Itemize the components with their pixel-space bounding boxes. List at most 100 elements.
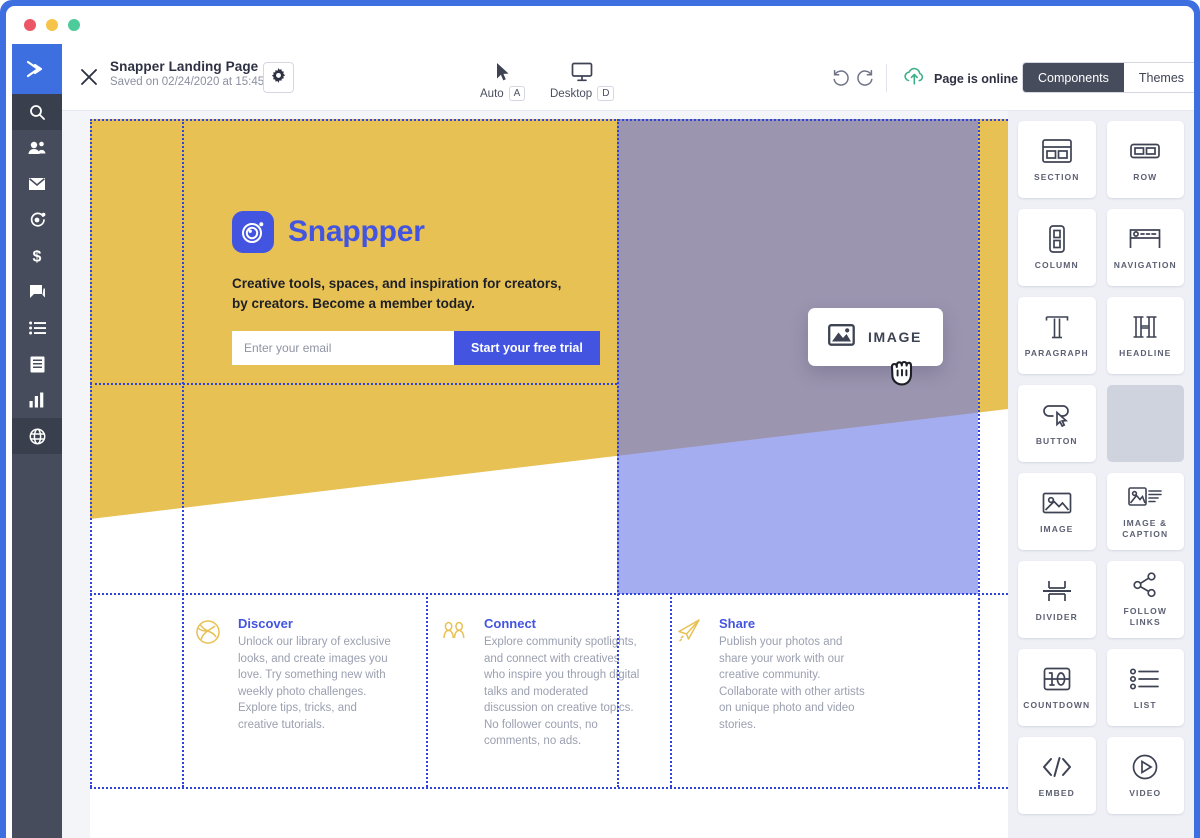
component-card-follow-links[interactable]: FOLLOW LINKS [1106,561,1184,638]
component-card-image[interactable]: IMAGE [1018,473,1096,550]
tab-components[interactable]: Components [1023,63,1124,92]
drag-preview-image-component[interactable]: IMAGE [808,308,943,366]
panel-tabs: Components Themes [1022,62,1194,93]
component-card-video[interactable]: VIDEO [1106,737,1184,814]
list-icon [28,321,46,335]
paragraph-t-icon [1044,313,1070,341]
sidebar-item-deals[interactable]: $ [12,238,62,274]
paper-plane-icon [675,616,705,733]
component-card-navigation[interactable]: NAVIGATION [1106,209,1184,286]
component-label: NAVIGATION [1113,259,1177,270]
sidebar-item-reports[interactable] [12,382,62,418]
app-logo[interactable] [12,44,62,94]
component-card-headline[interactable]: HEADLINE [1106,297,1184,374]
section-icon [1041,137,1072,165]
redo-icon [856,69,874,91]
component-card-row[interactable]: ROW [1106,121,1184,198]
viewmode-auto[interactable]: Auto A [480,56,526,101]
component-card-countdown[interactable]: COUNTDOWN [1018,649,1096,726]
window-maximize-light[interactable] [68,19,80,31]
svg-text:$: $ [33,249,42,266]
sidebar-item-website[interactable] [12,418,62,454]
contacts-icon [28,140,46,156]
feature-column[interactable]: Connect Explore community spotlights, an… [440,616,640,750]
sidebar-item-pages[interactable] [12,346,62,382]
viewmode-auto-key: A [508,86,526,101]
component-card-list[interactable]: LIST [1106,649,1184,726]
feature-body: Explore community spotlights, and connec… [484,636,640,747]
page-canvas[interactable]: Snappper Creative tools, spaces, and ins… [90,119,1008,838]
feature-column[interactable]: Share Publish your photos and share your… [675,616,865,733]
email-field[interactable] [232,331,454,365]
image-icon [828,323,855,352]
start-trial-button[interactable]: Start your free trial [454,331,600,365]
column-icon [1048,224,1065,253]
play-circle-icon [1132,753,1158,781]
dollar-icon: $ [30,247,44,266]
component-label: PARAGRAPH [1024,347,1089,358]
list-bullets-icon [1130,665,1160,693]
settings-button[interactable] [263,62,294,93]
component-label: SECTION [1034,171,1080,182]
search-icon [29,104,45,120]
viewmode-desktop[interactable]: Desktop D [550,56,615,101]
component-card-image-caption[interactable]: IMAGE & CAPTION [1106,473,1184,550]
bar-chart-icon [29,392,46,408]
feature-title: Discover [238,616,293,631]
headline-h-icon [1132,313,1158,341]
component-card-divider[interactable]: DIVIDER [1018,561,1096,638]
viewmode-auto-label: Auto [480,87,504,100]
component-card-section[interactable]: SECTION [1018,121,1096,198]
redo-button[interactable] [856,69,874,87]
image-icon [1042,489,1072,517]
component-label: LIST [1133,699,1157,710]
undo-button[interactable] [832,69,850,87]
brand-row: Snappper [232,211,425,253]
app-window: $ Snapper Landing Page Saved on 02/24/20… [6,6,1194,838]
component-card-column[interactable]: COLUMN [1018,209,1096,286]
window-minimize-light[interactable] [46,19,58,31]
component-card-button[interactable]: BUTTON [1018,385,1096,462]
sidebar-item-search[interactable] [12,94,62,130]
features-section[interactable]: Discover Unlock our library of exclusive… [90,594,1008,799]
gear-icon [271,67,286,88]
feature-title: Share [719,616,756,631]
tab-themes[interactable]: Themes [1123,63,1194,92]
hero-tagline[interactable]: Creative tools, spaces, and inspiration … [232,274,577,314]
component-label: FOLLOW LINKS [1123,606,1167,627]
component-label: IMAGE & CAPTION [1122,518,1169,539]
document-meta: Snapper Landing Page Saved on 02/24/2020… [110,59,264,88]
component-label: BUTTON [1035,435,1078,446]
app-window-frame: $ Snapper Landing Page Saved on 02/24/20… [0,0,1200,838]
sidebar-item-email[interactable] [12,166,62,202]
close-editor-button[interactable] [78,66,100,88]
window-close-light[interactable] [24,19,36,31]
component-label: DIVIDER [1035,611,1078,622]
components-panel[interactable]: SECTION ROW COLUMN NAVIGATION PARAGRAPH … [1008,111,1194,838]
canvas-scroll-area[interactable]: Snappper Creative tools, spaces, and ins… [62,111,1008,838]
feature-body: Publish your photos and share your work … [719,636,865,731]
document-icon [30,356,45,373]
people-group-icon [440,616,470,750]
components-grid: SECTION ROW COLUMN NAVIGATION PARAGRAPH … [1018,121,1184,814]
image-caption-icon [1128,483,1163,511]
sidebar-item-contacts[interactable] [12,130,62,166]
share-nodes-icon [1132,571,1158,599]
chat-icon [29,284,46,300]
component-card-embed[interactable]: EMBED [1018,737,1096,814]
row-icon [1130,137,1161,165]
sidebar-item-lists[interactable] [12,310,62,346]
component-card-paragraph[interactable]: PARAGRAPH [1018,297,1096,374]
globe-sphere-icon [194,616,224,733]
macos-titlebar [6,6,1194,44]
automation-target-icon [29,212,46,229]
signup-form[interactable]: Start your free trial [232,331,600,365]
sidebar-item-automations[interactable] [12,202,62,238]
envelope-icon [28,177,46,191]
component-card-empty-slot [1106,385,1184,462]
undo-icon [832,69,850,91]
status-text: Page is online [934,72,1019,86]
sidebar-item-conversations[interactable] [12,274,62,310]
drag-preview-label: IMAGE [868,329,922,345]
feature-column[interactable]: Discover Unlock our library of exclusive… [194,616,394,733]
